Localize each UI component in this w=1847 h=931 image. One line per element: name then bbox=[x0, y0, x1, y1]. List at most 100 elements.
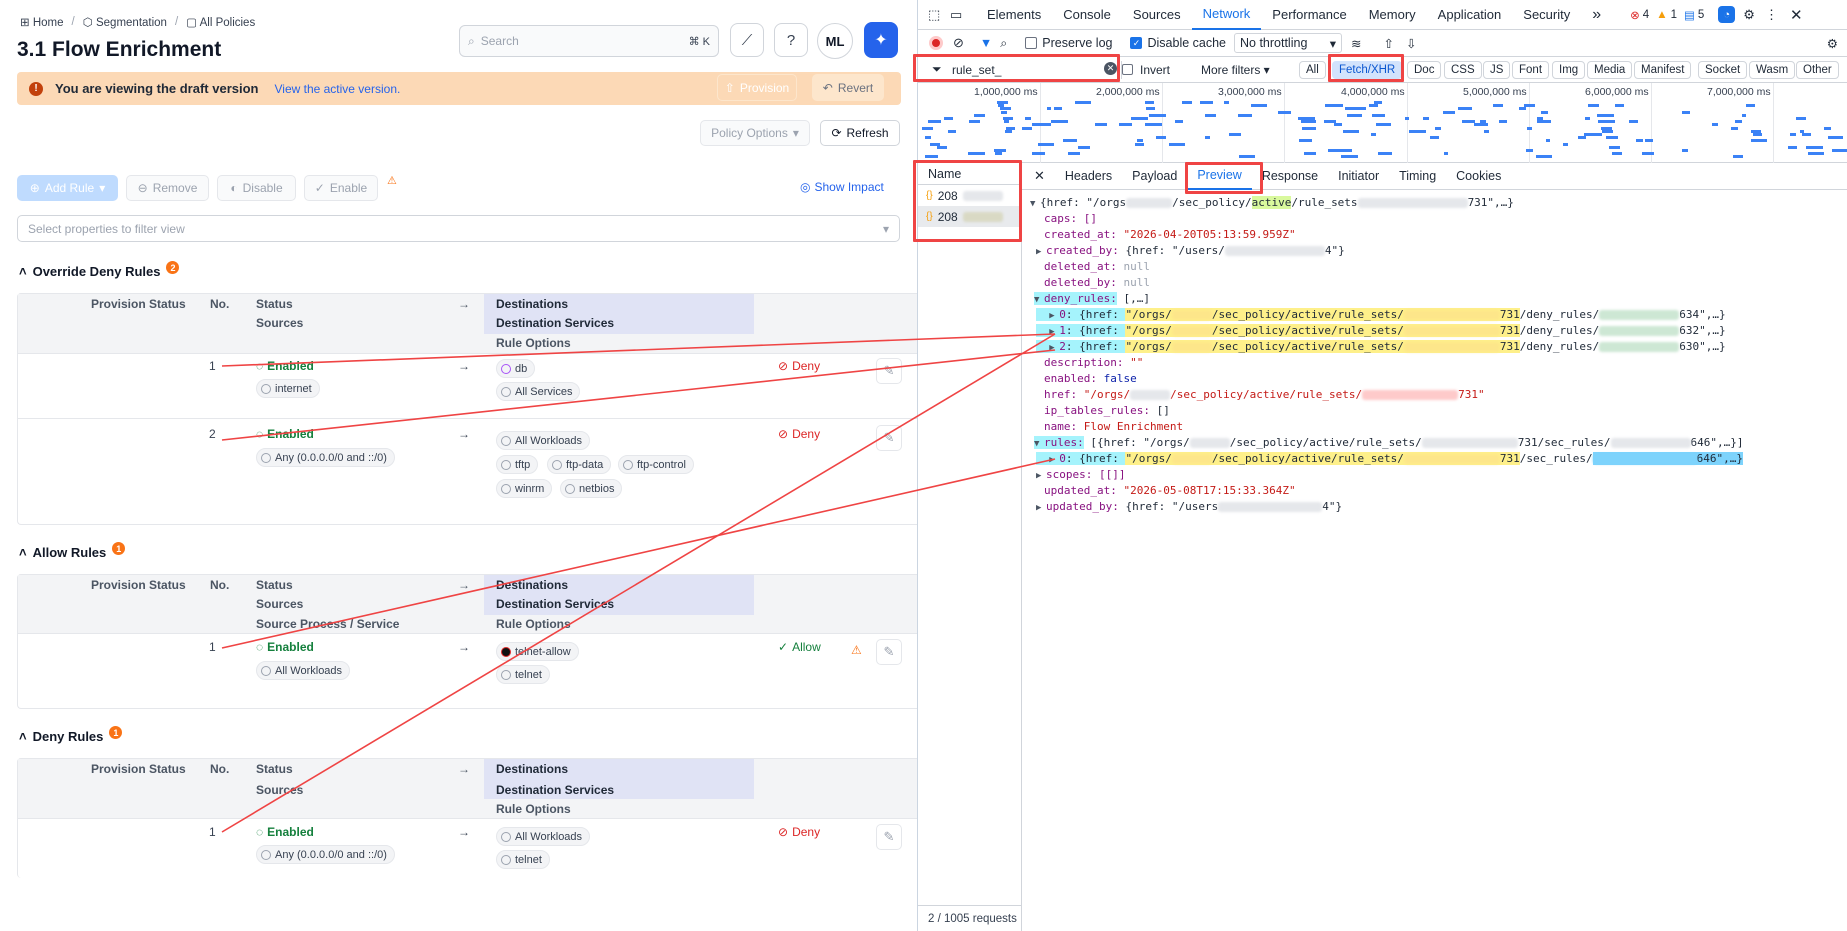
revert-button[interactable]: ↶ Revert bbox=[812, 74, 884, 101]
preserve-log-checkbox[interactable] bbox=[1025, 37, 1038, 49]
export-har-icon[interactable]: ⇩ bbox=[1406, 36, 1416, 51]
timeline-request-bar bbox=[1526, 126, 1533, 130]
import-har-icon[interactable]: ⇧ bbox=[1383, 36, 1393, 51]
tab-memory[interactable]: Memory bbox=[1358, 0, 1427, 30]
record-icon[interactable] bbox=[929, 36, 943, 50]
throttling-select[interactable]: No throttling ▾ bbox=[1234, 33, 1342, 53]
timeline-request-bar bbox=[1629, 120, 1639, 124]
type-filter-js[interactable]: JS bbox=[1483, 61, 1511, 79]
timeline-request-bar bbox=[1526, 149, 1534, 152]
timeline-request-bar bbox=[1035, 123, 1051, 127]
network-overview-timeline[interactable]: 1,000,000 ms 2,000,000 ms 3,000,000 ms 4… bbox=[918, 83, 1847, 163]
filter-view-select[interactable]: Select properties to filter view ▾ bbox=[17, 215, 900, 242]
assistant-button[interactable]: ✦ bbox=[864, 22, 898, 58]
tab-application[interactable]: Application bbox=[1427, 0, 1513, 30]
tab-security[interactable]: Security bbox=[1512, 0, 1581, 30]
edit-button[interactable]: ✎ bbox=[876, 824, 902, 850]
section-allow[interactable]: ˄ Allow Rules 1 bbox=[19, 542, 126, 560]
tab-elements[interactable]: Elements bbox=[976, 0, 1052, 30]
remove-button[interactable]: ⊖ Remove bbox=[126, 175, 209, 201]
edit-button[interactable]: ✎ bbox=[876, 639, 902, 665]
json-root[interactable]: ▼ {href: "/orgs/sec_policy/active/rule_se… bbox=[1030, 195, 1514, 211]
json-scopes[interactable]: ▶ scopes: [[]] bbox=[1036, 467, 1125, 483]
type-filter-img[interactable]: Img bbox=[1552, 61, 1586, 79]
tab-response[interactable]: Response bbox=[1252, 163, 1328, 190]
tab-initiator[interactable]: Initiator bbox=[1328, 163, 1389, 190]
breadcrumb-all-policies[interactable]: ▢ All Policies bbox=[186, 15, 255, 29]
json-rule-item[interactable]: ▶ 0: {href: "/orgs//sec_policy/active/rul… bbox=[1036, 451, 1743, 467]
section-deny[interactable]: ˄ Deny Rules 1 bbox=[19, 726, 123, 744]
request-row-selected[interactable]: {} 208 bbox=[918, 206, 1021, 227]
tab-timing[interactable]: Timing bbox=[1389, 163, 1446, 190]
avatar[interactable]: ML bbox=[817, 23, 853, 59]
tab-network[interactable]: Network bbox=[1191, 0, 1262, 30]
tab-headers[interactable]: Headers bbox=[1055, 163, 1122, 190]
more-options-icon[interactable]: ⋮ bbox=[1765, 7, 1778, 23]
disable-cache-checkbox[interactable]: ✓ bbox=[1130, 37, 1143, 49]
xhr-icon: {} bbox=[926, 211, 933, 222]
network-settings-icon[interactable]: ⚙ bbox=[1827, 36, 1838, 51]
type-filter-all[interactable]: All bbox=[1299, 61, 1326, 79]
filter-icon[interactable]: ▼ bbox=[980, 36, 992, 50]
view-active-link[interactable]: View the active version. bbox=[274, 82, 400, 96]
type-filter-media[interactable]: Media bbox=[1587, 61, 1633, 79]
json-deny-rule-item[interactable]: ▶ 1: {href: "/orgs//sec_policy/active/rul… bbox=[1036, 323, 1726, 339]
tab-sources[interactable]: Sources bbox=[1122, 0, 1192, 30]
extension-icon[interactable]: ◔ bbox=[1718, 6, 1736, 23]
close-details-icon[interactable]: ✕ bbox=[1022, 168, 1055, 184]
json-deny-rules[interactable]: ▼ deny_rules: [,…] bbox=[1034, 291, 1150, 307]
toggle-icon: ◐ bbox=[230, 181, 238, 195]
edit-button[interactable]: ✎ bbox=[876, 425, 902, 451]
json-created-by[interactable]: ▶ created_by: {href: "/users/4"} bbox=[1036, 243, 1345, 259]
rule-number: 1 bbox=[209, 359, 216, 373]
type-filter-font[interactable]: Font bbox=[1512, 61, 1550, 79]
type-filter-socket[interactable]: Socket bbox=[1698, 61, 1748, 79]
breadcrumb-segmentation[interactable]: ⬡ Segmentation bbox=[83, 15, 167, 29]
show-impact-link[interactable]: ◎ Show Impact bbox=[800, 180, 884, 194]
type-filter-fetch-xhr[interactable]: Fetch/XHR bbox=[1332, 61, 1403, 79]
filter-input[interactable]: rule_set_ bbox=[952, 63, 1001, 77]
edit-button[interactable]: ✎ bbox=[876, 358, 902, 384]
breadcrumb-home[interactable]: ⊞ Home bbox=[20, 15, 64, 29]
arrow-icon: → bbox=[458, 359, 470, 373]
enable-button[interactable]: ✓ Enable bbox=[304, 175, 378, 201]
request-row[interactable]: {} 208 bbox=[918, 185, 1021, 206]
tab-payload[interactable]: Payload bbox=[1122, 163, 1187, 190]
search-icon[interactable]: ⌕ bbox=[1000, 36, 1007, 51]
json-deny-rule-item[interactable]: ▶ 2: {href: "/orgs//sec_policy/active/rul… bbox=[1036, 339, 1726, 355]
clear-filter-icon[interactable]: ✕ bbox=[1104, 62, 1117, 75]
clear-icon[interactable]: ⊘ bbox=[953, 35, 964, 51]
issue-counters[interactable]: ⊗ 4 ▲ 1 ▤ 5 bbox=[1630, 8, 1704, 22]
tab-performance[interactable]: Performance bbox=[1261, 0, 1357, 30]
search-input[interactable]: ⌕ Search ⌘ K bbox=[459, 25, 719, 57]
name-header[interactable]: Name bbox=[918, 163, 1021, 185]
type-filter-manifest[interactable]: Manifest bbox=[1634, 61, 1692, 79]
type-filter-other[interactable]: Other bbox=[1796, 61, 1839, 79]
device-toolbar-icon[interactable]: ▭ bbox=[950, 7, 976, 23]
provision-button[interactable]: ⇧ Provision bbox=[717, 74, 797, 101]
help-button[interactable]: ? bbox=[774, 23, 808, 57]
json-deny-rule-item[interactable]: ▶ 0: {href: "/orgs//sec_policy/active/rul… bbox=[1036, 307, 1726, 323]
section-override-deny[interactable]: ˄ Override Deny Rules 2 bbox=[19, 261, 180, 279]
json-updated-by[interactable]: ▶ updated_by: {href: "/users 4"} bbox=[1036, 499, 1342, 515]
disable-button[interactable]: ◐ Disable bbox=[217, 175, 296, 201]
invert-checkbox[interactable] bbox=[1122, 64, 1133, 75]
settings-icon[interactable]: ⚙ bbox=[1743, 7, 1755, 23]
type-filter-wasm[interactable]: Wasm bbox=[1749, 61, 1796, 79]
json-rules[interactable]: ▼ rules: [{href: "/orgs//sec_policy/activ… bbox=[1034, 435, 1743, 451]
add-rule-button[interactable]: ⊕ Add Rule ▾ bbox=[17, 175, 118, 201]
timeline-request-bar bbox=[1645, 139, 1653, 143]
refresh-button[interactable]: ⟳ Refresh bbox=[820, 120, 900, 146]
close-icon[interactable]: ✕ bbox=[1790, 6, 1803, 24]
type-filter-doc[interactable]: Doc bbox=[1407, 61, 1442, 79]
type-filter-css[interactable]: CSS bbox=[1444, 61, 1482, 79]
tab-preview[interactable]: Preview bbox=[1187, 163, 1252, 190]
policy-options-dropdown[interactable]: Policy Options ▾ bbox=[700, 120, 810, 146]
whats-new-button[interactable]: ⟋ bbox=[730, 23, 764, 57]
tab-cookies[interactable]: Cookies bbox=[1446, 163, 1511, 190]
more-tabs-button[interactable]: » bbox=[1581, 0, 1612, 30]
tab-console[interactable]: Console bbox=[1052, 0, 1122, 30]
network-conditions-icon[interactable]: ≋ bbox=[1351, 36, 1361, 51]
more-filters-dropdown[interactable]: More filters ▾ bbox=[1201, 63, 1270, 77]
inspect-icon[interactable]: ⬚ bbox=[928, 7, 950, 23]
